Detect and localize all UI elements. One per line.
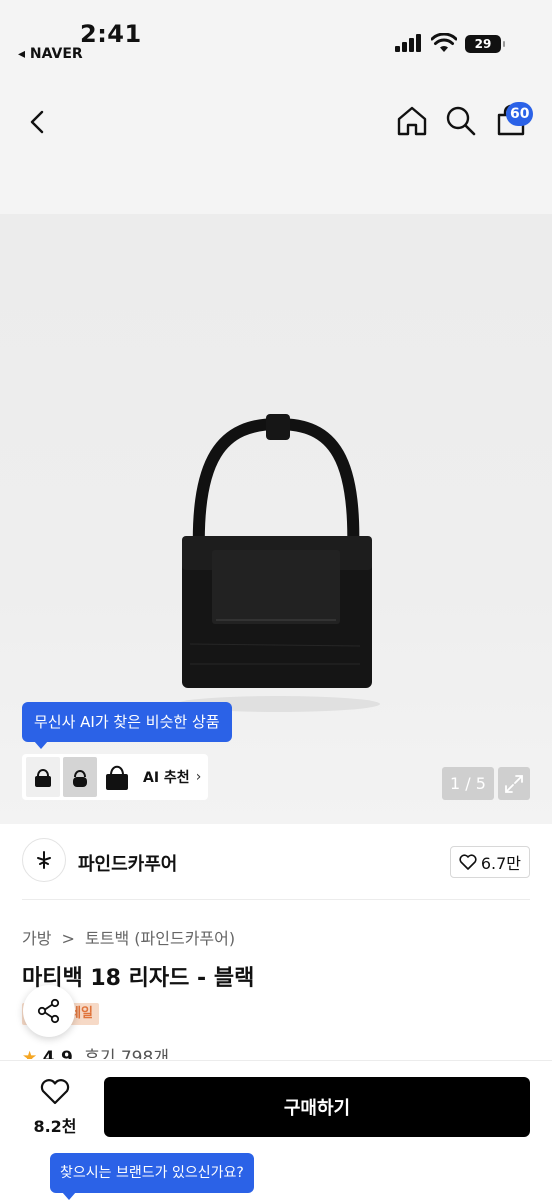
breadcrumb: 가방 > 토트백 (파인드카푸어) — [22, 925, 240, 949]
brand-like-button[interactable]: 6.7만 — [449, 846, 530, 878]
divider — [22, 899, 530, 900]
rating-score: 4.9 — [42, 1048, 73, 1059]
similar-product-thumbnail[interactable] — [63, 757, 97, 797]
search-icon[interactable] — [444, 104, 478, 138]
review-count[interactable]: 후기 798개 — [84, 1048, 169, 1059]
product-image — [176, 414, 380, 712]
brand-logo[interactable] — [22, 838, 66, 882]
image-page-counter: 1 / 5 — [442, 767, 494, 800]
signal-icon — [395, 34, 421, 52]
brand-row[interactable]: 파인드카푸어 6.7만 — [22, 838, 530, 884]
chevron-right-icon: › — [195, 769, 202, 785]
wifi-icon — [431, 33, 457, 52]
status-time: 2:41 — [80, 20, 142, 48]
ai-recommend-label[interactable]: AI 추천 — [143, 767, 190, 787]
breadcrumb-category[interactable]: 가방 — [22, 929, 51, 948]
home-icon[interactable] — [395, 104, 429, 138]
share-button[interactable] — [23, 985, 75, 1037]
breadcrumb-subcategory[interactable]: 토트백 (파인드카푸어) — [85, 929, 235, 948]
battery-indicator: 29 — [465, 35, 505, 53]
back-icon[interactable] — [22, 106, 54, 138]
breadcrumb-separator: > — [61, 929, 75, 948]
cart-count-badge: 60 — [506, 102, 534, 126]
brand-like-count: 6.7만 — [480, 854, 521, 873]
ai-similar-products-tooltip: 무신사 AI가 찾은 비슷한 상품 — [22, 702, 232, 749]
product-rating[interactable]: ★ 4.9 후기 798개 — [22, 1043, 169, 1059]
expand-image-button[interactable] — [498, 767, 530, 800]
top-navigation: 60 — [0, 80, 552, 214]
brand-name[interactable]: 파인드카푸어 — [78, 850, 177, 876]
ai-recommendation-strip[interactable]: AI 추천 › — [22, 754, 208, 800]
brand-search-tooltip[interactable]: 찾으시는 브랜드가 있으신가요? — [50, 1153, 254, 1200]
similar-product-thumbnail[interactable] — [26, 757, 60, 797]
wishlist-button[interactable]: 8.2천 — [20, 1079, 90, 1137]
heart-icon — [459, 854, 477, 870]
product-image-gallery[interactable]: 무신사 AI가 찾은 비슷한 상품 AI 추천 › 1 / 5 — [0, 214, 552, 824]
wishlist-count: 8.2천 — [33, 1117, 77, 1136]
star-icon: ★ — [22, 1048, 38, 1059]
back-to-app-link[interactable]: ◂ NAVER — [18, 46, 83, 62]
status-bar: 2:41 ◂ NAVER 29 — [0, 0, 552, 80]
buy-button[interactable]: 구매하기 — [104, 1077, 530, 1137]
similar-product-thumbnail[interactable] — [100, 757, 134, 797]
heart-icon — [40, 1079, 70, 1105]
brand-logo-icon — [37, 851, 51, 869]
share-icon — [37, 998, 60, 1024]
expand-icon — [505, 774, 523, 793]
bottom-purchase-bar: 8.2천 구매하기 찾으시는 브랜드가 있으신가요? — [0, 1060, 552, 1200]
